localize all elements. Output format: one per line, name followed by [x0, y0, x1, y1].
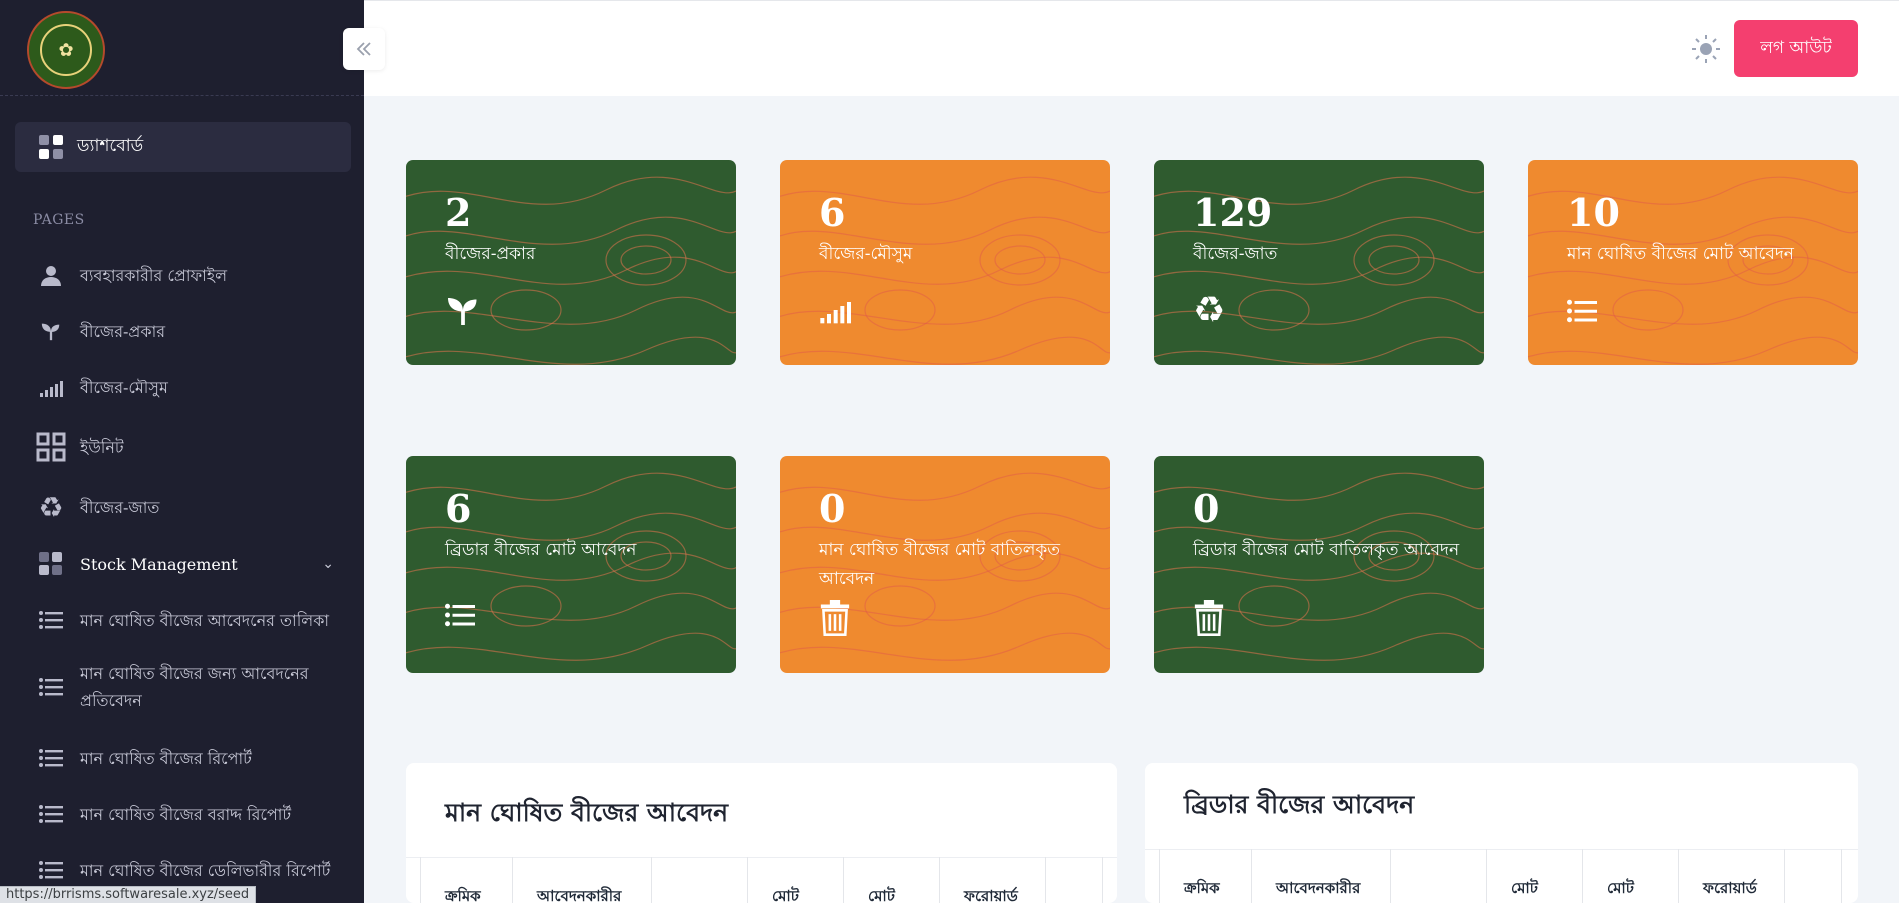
logo-area: ✿ [0, 0, 364, 96]
column-header[interactable]: মোট [843, 857, 939, 903]
sidebar-item-label: বীজের-প্রকার [80, 321, 166, 341]
stat-label: ব্রিডার বীজের মোট আবেদন [445, 540, 637, 560]
stat-label: বীজের-জাত [1193, 244, 1278, 264]
sidebar-item-label: ইউনিট [80, 437, 124, 457]
trash-icon [1193, 600, 1231, 638]
column-header[interactable]: ক্রমিক [420, 857, 512, 903]
sidebar-item-label: বীজের-মৌসুম [80, 377, 168, 397]
list-icon [36, 605, 66, 635]
column-header[interactable] [1045, 857, 1103, 903]
sun-icon[interactable] [1691, 34, 1721, 64]
column-header[interactable]: মোট [747, 857, 843, 903]
column-header[interactable] [651, 857, 747, 903]
column-header[interactable]: আবেদনকারীর [1251, 849, 1390, 903]
user-icon [36, 260, 66, 290]
grid-icon [36, 432, 66, 462]
stat-value: 129 [1193, 190, 1273, 235]
signal-bars-icon [819, 296, 857, 334]
stat-card-seed-type[interactable]: 2 বীজের-প্রকার [406, 160, 736, 365]
stat-label: মান ঘোষিত বীজের মোট আবেদন [1567, 244, 1794, 264]
logout-button[interactable]: লগ আউট [1734, 20, 1858, 77]
sidebar-item-stock-management[interactable]: Stock Management ⌄ [0, 548, 364, 580]
sidebar-item-seed-season[interactable]: বীজের-মৌসুম [0, 372, 364, 402]
column-header[interactable]: ফরোয়ার্ড [939, 857, 1045, 903]
sidebar-item-label: মান ঘোষিত বীজের রিপোর্ট [80, 748, 252, 768]
chevrons-left-icon [356, 42, 371, 56]
column-header[interactable]: আবেদনকারীর [512, 857, 651, 903]
table-header: ক্রমিক আবেদনকারীর মোট মোট ফরোয়ার্ড [1159, 849, 1844, 903]
dashboard-icon [36, 549, 66, 579]
sidebar-item-label: মান ঘোষিত বীজের আবেদনের তালিকা [80, 610, 330, 630]
stat-label: মান ঘোষিত বীজের মোট বাতিলকৃত আবেদন [819, 540, 1061, 589]
dashboard-icon [39, 135, 63, 159]
column-header[interactable] [1784, 849, 1842, 903]
sidebar-collapse-button[interactable] [343, 28, 385, 70]
stat-card-breeder-total-applications[interactable]: 6 ব্রিডার বীজের মোট আবেদন [406, 456, 736, 673]
section-title-pages: PAGES [33, 212, 85, 228]
sidebar-item-seed-type[interactable]: বীজের-প্রকার [0, 316, 364, 346]
stat-label: বীজের-মৌসুম [819, 244, 913, 264]
brand-logo[interactable]: ✿ [27, 11, 105, 89]
sidebar-item-unit[interactable]: ইউনিট [0, 430, 364, 464]
sidebar-item-label: Stock Management [80, 554, 238, 574]
status-url-tooltip: https://brrisms.softwaresale.xyz/seed [0, 886, 257, 903]
top-header [364, 0, 1899, 96]
seedling-icon [445, 292, 483, 330]
list-icon [445, 602, 483, 640]
chevron-down-icon[interactable]: ⌄ [322, 556, 334, 572]
signal-bars-icon [36, 372, 66, 402]
stat-card-qds-rejected-applications[interactable]: 0 মান ঘোষিত বীজের মোট বাতিলকৃত আবেদন [780, 456, 1110, 673]
list-icon [1567, 298, 1605, 336]
sidebar-item-label: মান ঘোষিত বীজের বরাদ্দ রিপোর্ট [80, 804, 292, 824]
column-header[interactable]: মোট [1582, 849, 1678, 903]
sidebar-item-qds-application-list[interactable]: মান ঘোষিত বীজের আবেদনের তালিকা [0, 604, 364, 636]
seedling-icon [36, 316, 66, 346]
list-icon [36, 672, 66, 702]
column-header[interactable]: ক্রমিক [1159, 849, 1251, 903]
stat-value: 10 [1567, 190, 1620, 235]
qds-applications-panel: মান ঘোষিত বীজের আবেদন ক্রমিক আবেদনকারীর … [406, 763, 1117, 903]
recycle-icon: ♻ [1193, 290, 1226, 331]
stat-card-qds-total-applications[interactable]: 10 মান ঘোষিত বীজের মোট আবেদন [1528, 160, 1858, 365]
stat-label: বীজের-প্রকার [445, 244, 536, 264]
stat-label: ব্রিডার বীজের মোট বাতিলকৃত আবেদন [1193, 540, 1460, 560]
stat-value: 2 [445, 190, 472, 235]
breeder-applications-panel: ব্রিডার বীজের আবেদন ক্রমিক আবেদনকারীর মো… [1145, 763, 1858, 903]
recycle-icon: ♻ [38, 490, 64, 524]
sidebar-item-qds-application-report[interactable]: মান ঘোষিত বীজের জন্য আবেদনের প্রতিবেদন [0, 660, 364, 714]
list-icon [36, 855, 66, 885]
sidebar-item-dashboard[interactable]: ড্যাশবোর্ড [15, 122, 351, 172]
stat-card-seed-variety[interactable]: 129 বীজের-জাত ♻ [1154, 160, 1484, 365]
trash-icon [819, 600, 857, 638]
column-header[interactable]: ফরোয়ার্ড [1678, 849, 1784, 903]
sidebar-item-qds-delivery-report[interactable]: মান ঘোষিত বীজের ডেলিভারীর রিপোর্ট [0, 854, 364, 886]
panel-title: মান ঘোষিত বীজের আবেদন [445, 798, 729, 827]
sidebar-item-qds-allocation-report[interactable]: মান ঘোষিত বীজের বরাদ্দ রিপোর্ট [0, 798, 364, 830]
stat-value: 0 [819, 486, 846, 531]
sidebar-item-label: মান ঘোষিত বীজের ডেলিভারীর রিপোর্ট [80, 860, 331, 880]
stat-value: 6 [445, 486, 472, 531]
panel-title: ব্রিডার বীজের আবেদন [1184, 790, 1415, 819]
column-header[interactable] [1390, 849, 1486, 903]
list-icon [36, 743, 66, 773]
sidebar-item-label: বীজের-জাত [80, 497, 160, 517]
stat-value: 0 [1193, 486, 1220, 531]
stat-card-breeder-rejected-applications[interactable]: 0 ব্রিডার বীজের মোট বাতিলকৃত আবেদন [1154, 456, 1484, 673]
stat-value: 6 [819, 190, 846, 235]
sidebar: ✿ ড্যাশবোর্ড PAGES ব্যবহারকারীর প্রোফাইল… [0, 0, 364, 903]
sidebar-item-label: ব্যবহারকারীর প্রোফাইল [80, 265, 228, 285]
sidebar-item-qds-report[interactable]: মান ঘোষিত বীজের রিপোর্ট [0, 742, 364, 774]
sidebar-item-seed-variety[interactable]: ♻ বীজের-জাত [0, 490, 364, 524]
column-header[interactable]: মোট [1486, 849, 1582, 903]
stat-card-seed-season[interactable]: 6 বীজের-মৌসুম [780, 160, 1110, 365]
sidebar-item-profile[interactable]: ব্যবহারকারীর প্রোফাইল [0, 260, 364, 290]
table-header: ক্রমিক আবেদনকারীর মোট মোট ফরোয়ার্ড [420, 857, 1103, 903]
sidebar-item-label: মান ঘোষিত বীজের জন্য আবেদনের প্রতিবেদন [80, 664, 309, 710]
list-icon [36, 799, 66, 829]
sidebar-item-label: ড্যাশবোর্ড [77, 136, 144, 156]
